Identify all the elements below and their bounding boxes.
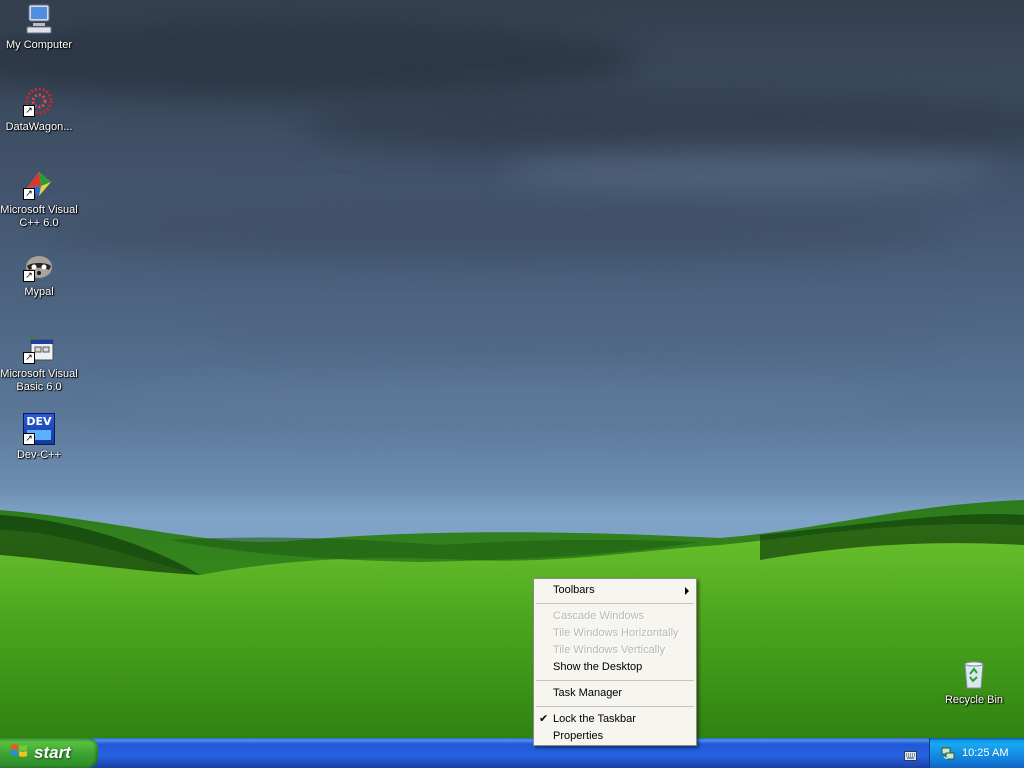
desktop-icon-visual-basic[interactable]: ↗ Microsoft Visual Basic 6.0	[0, 332, 78, 394]
datawagon-icon: ↗	[23, 85, 55, 117]
recycle-bin-icon	[958, 658, 990, 690]
menu-item-show-desktop[interactable]: Show the Desktop	[534, 659, 696, 676]
submenu-arrow-icon	[685, 587, 689, 595]
menu-item-label: Tile Windows Horizontally	[553, 627, 679, 639]
taskbar-context-menu[interactable]: Toolbars Cascade Windows Tile Windows Ho…	[533, 578, 697, 746]
cloud	[0, 20, 640, 100]
desktop-icon-label-line2: Basic 6.0	[16, 381, 62, 393]
desktop-icon-label: Mypal	[24, 286, 54, 298]
desktop-icon-label-line1: Microsoft Visual	[0, 204, 78, 216]
desktop-icon-label: Dev-C++	[16, 449, 62, 461]
cloud	[100, 380, 900, 420]
menu-separator	[536, 706, 694, 707]
shortcut-arrow-icon: ↗	[23, 433, 35, 445]
desktop-icon-mypal[interactable]: ↗ Mypal	[0, 250, 78, 299]
network-icon[interactable]	[940, 745, 956, 761]
start-label: start	[34, 743, 71, 762]
menu-item-label: Task Manager	[553, 687, 623, 699]
desktop-icon-visual-cpp[interactable]: ↗ Microsoft Visual C++ 6.0	[0, 168, 78, 230]
menu-item-label: Properties	[553, 730, 604, 742]
green-hills	[0, 500, 1024, 738]
desktop-icon-datawagon[interactable]: ↗ DataWagon...	[0, 85, 78, 134]
desktop-icon-label: Recycle Bin	[944, 694, 1004, 706]
shortcut-arrow-icon: ↗	[23, 352, 35, 364]
system-tray[interactable]: 10:25 AM	[929, 738, 1024, 768]
shortcut-arrow-icon: ↗	[23, 105, 35, 117]
visual-cpp-icon: ↗	[23, 168, 55, 200]
shortcut-arrow-icon: ↗	[23, 270, 35, 282]
windows-logo-icon	[10, 743, 28, 764]
menu-item-label: Lock the Taskbar	[553, 713, 636, 725]
desktop-icon-label-line1: Microsoft Visual	[0, 368, 78, 380]
start-button[interactable]: start	[0, 738, 98, 768]
menu-item-cascade-windows: Cascade Windows	[534, 608, 696, 625]
cloud	[500, 150, 1000, 190]
cloud	[200, 300, 950, 350]
shortcut-arrow-icon: ↗	[23, 188, 35, 200]
menu-separator	[536, 680, 694, 681]
desktop-icon-label: My Computer	[5, 39, 73, 51]
clock[interactable]: 10:25 AM	[962, 747, 1008, 759]
menu-item-toolbars[interactable]: Toolbars	[534, 582, 696, 599]
visual-basic-icon: ↗	[23, 332, 55, 364]
dev-cpp-icon: DEV ↗	[23, 413, 55, 445]
checkmark-icon: ✔	[539, 713, 549, 725]
desktop[interactable]: My Computer ↗ DataWagon... ↗ Microsoft V…	[0, 0, 1024, 738]
desktop-icon-my-computer[interactable]: My Computer	[0, 3, 78, 52]
menu-item-tile-vertically: Tile Windows Vertically	[534, 642, 696, 659]
cloud	[300, 90, 1024, 160]
dev-cpp-badge: DEV	[26, 415, 52, 428]
menu-separator	[536, 603, 694, 604]
my-computer-icon	[23, 3, 55, 35]
menu-item-label: Cascade Windows	[553, 610, 645, 622]
menu-item-label: Tile Windows Vertically	[553, 644, 666, 656]
desktop-icon-recycle-bin[interactable]: Recycle Bin	[935, 658, 1013, 707]
cloud	[50, 200, 950, 260]
desktop-icon-label-line2: C++ 6.0	[19, 217, 59, 229]
desktop-icon-dev-cpp[interactable]: DEV ↗ Dev-C++	[0, 413, 78, 462]
menu-item-lock-taskbar[interactable]: ✔ Lock the Taskbar	[534, 711, 696, 728]
menu-item-label: Show the Desktop	[553, 661, 643, 673]
menu-item-task-manager[interactable]: Task Manager	[534, 685, 696, 702]
menu-item-label: Toolbars	[553, 584, 595, 596]
menu-item-properties[interactable]: Properties	[534, 728, 696, 745]
taskbar[interactable]: start 10:25 AM	[0, 738, 1024, 768]
menu-item-tile-horizontally: Tile Windows Horizontally	[534, 625, 696, 642]
keyboard-icon[interactable]	[904, 748, 917, 761]
desktop-icon-label: DataWagon...	[5, 121, 73, 133]
mypal-icon: ↗	[23, 250, 55, 282]
